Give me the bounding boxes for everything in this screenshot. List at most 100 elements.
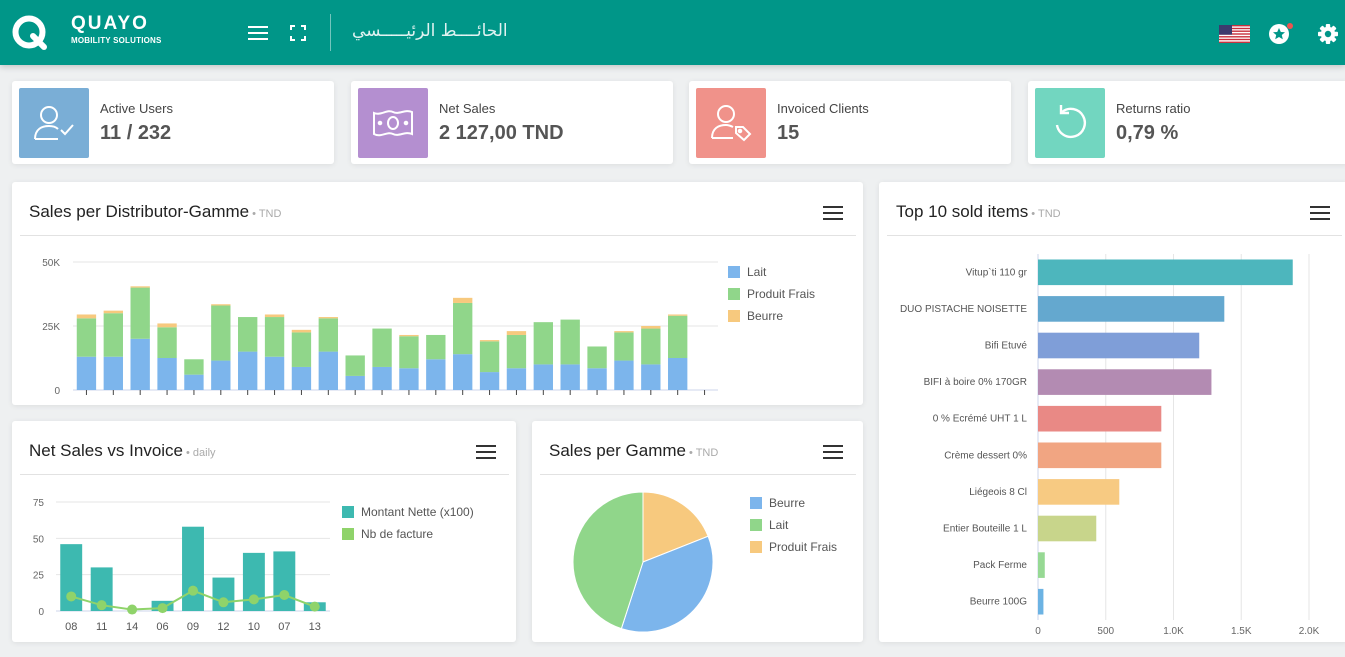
bar-segment-beurre bbox=[291, 329, 312, 333]
brand-name: QUAYO bbox=[71, 13, 149, 34]
panel-title-text: Top 10 sold items bbox=[896, 202, 1029, 221]
x-tick-label: 13 bbox=[309, 621, 321, 633]
panel-divider bbox=[887, 235, 1342, 236]
horizontal-bar-chart: 0 500 1.0K 1.5K 2.0K Vitup`ti 110 gr DUO PISTA… bbox=[900, 254, 1320, 637]
x-tick-label: 500 bbox=[1097, 626, 1114, 637]
chart-menu-icon[interactable] bbox=[823, 445, 843, 464]
category-label: 0 % Ecrémé UHT 1 L bbox=[933, 414, 1028, 425]
bar-segment-beurre bbox=[264, 314, 285, 318]
bar-segment-lait bbox=[291, 366, 312, 390]
legend-label: Produit Frais bbox=[769, 540, 837, 554]
category-label: Liégeois 8 Cl bbox=[969, 487, 1027, 498]
menu-toggle-icon[interactable] bbox=[247, 22, 269, 49]
kpi-value: 2 127,00 TND bbox=[439, 122, 564, 144]
kpi-card-active-users[interactable]: Active Users 11 / 232 bbox=[12, 81, 334, 164]
bar-segment-lait bbox=[399, 368, 419, 390]
category-label: DUO PISTACHE NOISETTE bbox=[900, 304, 1027, 315]
legend-swatch bbox=[728, 266, 740, 278]
user-check-icon bbox=[19, 88, 89, 158]
line-point bbox=[218, 597, 229, 608]
kpi-label: Invoiced Clients bbox=[777, 101, 869, 116]
bar-segment-lait bbox=[211, 360, 231, 390]
bar-segment-lait bbox=[318, 351, 338, 390]
y-tick-label: 25 bbox=[33, 571, 45, 582]
bar bbox=[1038, 332, 1200, 359]
panel-title: Net Sales vs Invoice • daily bbox=[29, 441, 216, 461]
y-tick-label: 75 bbox=[33, 498, 45, 509]
brand-subtitle: MOBILITY SOLUTIONS bbox=[71, 36, 162, 45]
bar-segment-beurre bbox=[76, 314, 97, 319]
chart-menu-icon[interactable] bbox=[1310, 206, 1330, 225]
kpi-card-net-sales[interactable]: Net Sales 2 127,00 TND bbox=[351, 81, 673, 164]
bar bbox=[1038, 588, 1044, 615]
y-tick-label: 0 bbox=[38, 607, 44, 618]
legend-label: Lait bbox=[747, 265, 767, 279]
panel-unit: • daily bbox=[186, 447, 216, 459]
category-label: Beurre 100G bbox=[970, 597, 1027, 608]
panel-title: Top 10 sold items • TND bbox=[896, 202, 1061, 222]
legend-swatch bbox=[750, 519, 762, 531]
panel-title-text: Sales per Distributor-Gamme bbox=[29, 202, 250, 221]
bar-segment-lait bbox=[426, 359, 446, 390]
bar bbox=[1038, 405, 1162, 432]
x-tick-label: 11 bbox=[96, 621, 107, 633]
bar bbox=[1038, 515, 1097, 542]
bar-segment-produit-frais bbox=[238, 317, 258, 352]
bar-segment-produit-frais bbox=[506, 334, 527, 369]
bar-segment-lait bbox=[668, 358, 688, 390]
bar-segment-produit-frais bbox=[587, 346, 607, 369]
x-tick-label: 1.0K bbox=[1163, 626, 1184, 637]
bar-segment-produit-frais bbox=[533, 322, 553, 365]
bar-segment-beurre bbox=[453, 297, 473, 303]
panel-title-text: Sales per Gamme bbox=[549, 441, 686, 460]
panel-unit: • TND bbox=[1031, 208, 1061, 220]
bar-segment-produit-frais bbox=[560, 319, 580, 365]
y-tick-label: 50K bbox=[42, 258, 60, 269]
category-label: Pack Ferme bbox=[973, 560, 1027, 571]
bar bbox=[1038, 296, 1225, 322]
quayo-logo-icon[interactable] bbox=[11, 14, 49, 57]
x-tick-label: 09 bbox=[187, 621, 199, 633]
category-label: Vitup`ti 110 gr bbox=[966, 266, 1028, 278]
settings-gear-icon[interactable] bbox=[1317, 23, 1339, 50]
kpi-card-invoiced-clients[interactable]: Invoiced Clients 15 bbox=[689, 81, 1011, 164]
legend-swatch bbox=[750, 497, 762, 509]
kpi-card-returns-ratio[interactable]: Returns ratio 0,79 % bbox=[1028, 81, 1345, 164]
bar-segment-produit-frais bbox=[264, 317, 285, 357]
us-flag-icon[interactable] bbox=[1219, 25, 1250, 48]
line-point bbox=[157, 603, 168, 614]
bar-segment-lait bbox=[345, 375, 365, 390]
panel-divider bbox=[20, 235, 856, 236]
bar-segment-beurre bbox=[506, 331, 527, 335]
notification-dot bbox=[1287, 23, 1293, 29]
panel-sales-per-distributor: Sales per Distributor-Gamme • TND 0 25K 50K… bbox=[12, 182, 863, 405]
bar-segment-beurre bbox=[103, 310, 123, 314]
chart-menu-icon[interactable] bbox=[476, 445, 496, 464]
y-tick-label: 0 bbox=[54, 386, 60, 397]
bar-segment-lait bbox=[506, 368, 527, 390]
panel-divider bbox=[540, 474, 856, 475]
kpi-label: Active Users bbox=[100, 101, 173, 116]
bar-line-combo-chart: 0 25 50 75 08 11 14 06 09 12 10 07 13 Montant Nette (… bbox=[33, 498, 474, 633]
chart-menu-icon[interactable] bbox=[823, 206, 843, 225]
legend-swatch bbox=[342, 528, 354, 540]
bar-segment-produit-frais bbox=[479, 341, 500, 373]
line-point bbox=[279, 590, 290, 601]
fullscreen-icon[interactable] bbox=[289, 24, 307, 47]
bar-segment-lait bbox=[238, 351, 258, 390]
kpi-value: 11 / 232 bbox=[100, 122, 172, 144]
kpi-value: 0,79 % bbox=[1116, 122, 1179, 144]
panel-title: Sales per Distributor-Gamme • TND bbox=[29, 202, 281, 222]
panel-net-sales-vs-invoice: Net Sales vs Invoice • daily 0 25 50 75 08 11 1… bbox=[12, 421, 516, 642]
legend-label: Lait bbox=[769, 518, 789, 532]
undo-icon bbox=[1035, 88, 1105, 158]
bar-segment-produit-frais bbox=[668, 315, 688, 358]
category-label: Crème dessert 0% bbox=[944, 450, 1027, 461]
panel-title: Sales per Gamme • TND bbox=[549, 441, 718, 461]
bar-segment-produit-frais bbox=[76, 318, 97, 357]
bar-segment-produit-frais bbox=[130, 287, 150, 339]
bar-segment-produit-frais bbox=[157, 327, 177, 358]
bar-segment-produit-frais bbox=[291, 332, 312, 367]
bar-segment-lait bbox=[76, 356, 97, 390]
user-tag-icon bbox=[696, 88, 766, 158]
